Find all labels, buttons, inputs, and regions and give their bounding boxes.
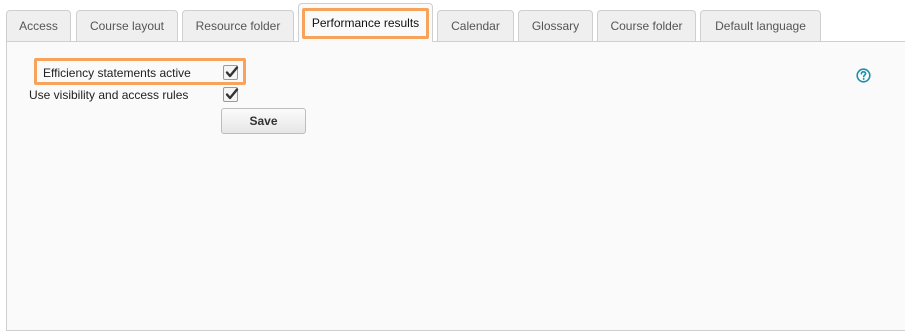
tab-bar: Access Course layout Resource folder Per… xyxy=(0,0,905,42)
tab-access-label: Access xyxy=(19,19,58,33)
tab-glossary-label: Glossary xyxy=(531,19,580,33)
tab-default-language[interactable]: Default language xyxy=(700,10,821,41)
visibility-rules-label: Use visibility and access rules xyxy=(29,88,189,102)
tab-glossary[interactable]: Glossary xyxy=(518,10,593,41)
efficiency-statements-checkbox[interactable] xyxy=(223,65,239,80)
tab-resource-folder[interactable]: Resource folder xyxy=(182,10,294,41)
efficiency-statements-label: Efficiency statements active xyxy=(43,66,191,80)
tab-performance-results-label: Performance results xyxy=(301,8,430,39)
checkmark-icon xyxy=(225,66,239,78)
checkmark-icon xyxy=(225,88,239,100)
tab-course-folder-label: Course folder xyxy=(610,19,683,33)
tab-course-folder[interactable]: Course folder xyxy=(597,10,696,41)
help-circle-icon[interactable] xyxy=(856,68,871,83)
tab-calendar-label: Calendar xyxy=(451,19,500,33)
tab-course-layout[interactable]: Course layout xyxy=(76,10,178,41)
tab-calendar[interactable]: Calendar xyxy=(437,10,514,41)
visibility-rules-checkbox[interactable] xyxy=(223,87,239,102)
tab-performance-results[interactable]: Performance results xyxy=(298,3,433,42)
tab-access[interactable]: Access xyxy=(6,10,71,41)
settings-panel: Efficiency statements active Use visibil… xyxy=(6,41,905,331)
tab-course-layout-label: Course layout xyxy=(89,19,165,33)
save-button[interactable]: Save xyxy=(221,108,306,134)
tab-default-language-label: Default language xyxy=(715,19,806,33)
tab-resource-folder-label: Resource folder xyxy=(195,19,281,33)
